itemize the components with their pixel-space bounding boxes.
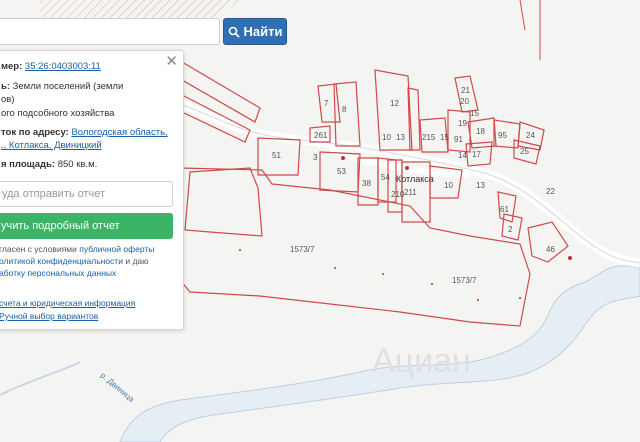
address-link[interactable]: Вологодская область, bbox=[71, 127, 167, 138]
svg-text:61: 61 bbox=[500, 205, 509, 214]
svg-text:21: 21 bbox=[461, 86, 470, 95]
offer-link[interactable]: публичной оферты bbox=[79, 244, 154, 254]
svg-text:46: 46 bbox=[546, 245, 555, 254]
svg-text:211: 211 bbox=[404, 188, 417, 197]
cadastral-number-link[interactable]: 35:26:0403003:11 bbox=[25, 61, 101, 72]
area-value: 850 кв.м. bbox=[57, 159, 98, 170]
svg-text:95: 95 bbox=[498, 131, 507, 140]
svg-text:24: 24 bbox=[526, 131, 535, 140]
svg-text:54: 54 bbox=[381, 173, 390, 182]
svg-text:20: 20 bbox=[460, 97, 469, 106]
usage-value: ого подсобного хозяйства bbox=[1, 108, 115, 119]
svg-text:18: 18 bbox=[476, 127, 485, 136]
agreement-text: гласен с условиями публичной оферты олит… bbox=[0, 243, 154, 279]
svg-text:261: 261 bbox=[314, 131, 328, 140]
parcel-info-panel: ✕ мер: 35:26:0403003:11 ь: Земли поселен… bbox=[0, 50, 184, 330]
category-value: Земли поселений (земли bbox=[12, 81, 124, 92]
svg-text:8: 8 bbox=[342, 105, 347, 114]
email-input[interactable]: уда отправить отчет bbox=[0, 181, 173, 207]
search-button[interactable]: Найти bbox=[223, 18, 287, 45]
svg-text:15: 15 bbox=[470, 109, 479, 118]
svg-text:15: 15 bbox=[440, 133, 449, 142]
svg-text:2: 2 bbox=[508, 225, 513, 234]
svg-text:1573/7: 1573/7 bbox=[452, 276, 477, 285]
privacy-link[interactable]: олитикой конфиденциальности bbox=[0, 256, 123, 266]
address-label: ток по адресу: bbox=[1, 127, 69, 138]
manual-choice-link[interactable]: Ручной выбор вариантов bbox=[0, 311, 98, 321]
search-input[interactable] bbox=[0, 18, 220, 45]
svg-text:1573/7: 1573/7 bbox=[290, 245, 315, 254]
svg-text:10: 10 bbox=[444, 181, 453, 190]
svg-text:13: 13 bbox=[476, 181, 485, 190]
river-label: р. Двиница bbox=[99, 371, 137, 405]
svg-text:53: 53 bbox=[337, 167, 346, 176]
detailed-report-button[interactable]: учить подробный отчет bbox=[0, 213, 173, 239]
svg-text:14: 14 bbox=[458, 151, 467, 160]
svg-text:22: 22 bbox=[546, 187, 555, 196]
svg-text:210: 210 bbox=[391, 190, 405, 199]
svg-text:38: 38 bbox=[362, 179, 371, 188]
svg-text:91: 91 bbox=[454, 135, 463, 144]
svg-text:19: 19 bbox=[458, 119, 467, 128]
requisites-link[interactable]: счета и юридическая информация bbox=[0, 298, 135, 308]
category-value-2: ов) bbox=[1, 94, 15, 105]
village-label: Котлакса bbox=[396, 174, 434, 184]
svg-text:10: 10 bbox=[382, 133, 391, 142]
area-label: я площадь: bbox=[1, 159, 56, 170]
search-icon bbox=[228, 26, 240, 38]
svg-text:12: 12 bbox=[390, 99, 399, 108]
svg-text:215: 215 bbox=[422, 133, 436, 142]
svg-text:7: 7 bbox=[324, 99, 329, 108]
svg-text:25: 25 bbox=[520, 147, 529, 156]
svg-text:17: 17 bbox=[472, 150, 481, 159]
svg-text:51: 51 bbox=[272, 151, 281, 160]
agree-text-3: и даю bbox=[125, 256, 149, 266]
search-button-label: Найти bbox=[243, 24, 283, 39]
watermark: Ациан bbox=[372, 342, 471, 380]
svg-text:13: 13 bbox=[396, 133, 405, 142]
number-label: мер: bbox=[1, 61, 23, 72]
close-icon[interactable]: ✕ bbox=[165, 54, 178, 69]
agree-text-1: гласен с условиями bbox=[0, 244, 77, 254]
address-link-2[interactable]: ., Котлакса, Двиницкий bbox=[1, 140, 102, 151]
svg-text:3: 3 bbox=[313, 153, 318, 162]
category-label: ь: bbox=[1, 81, 11, 92]
personal-data-link[interactable]: аботку персональных данных bbox=[0, 268, 116, 278]
